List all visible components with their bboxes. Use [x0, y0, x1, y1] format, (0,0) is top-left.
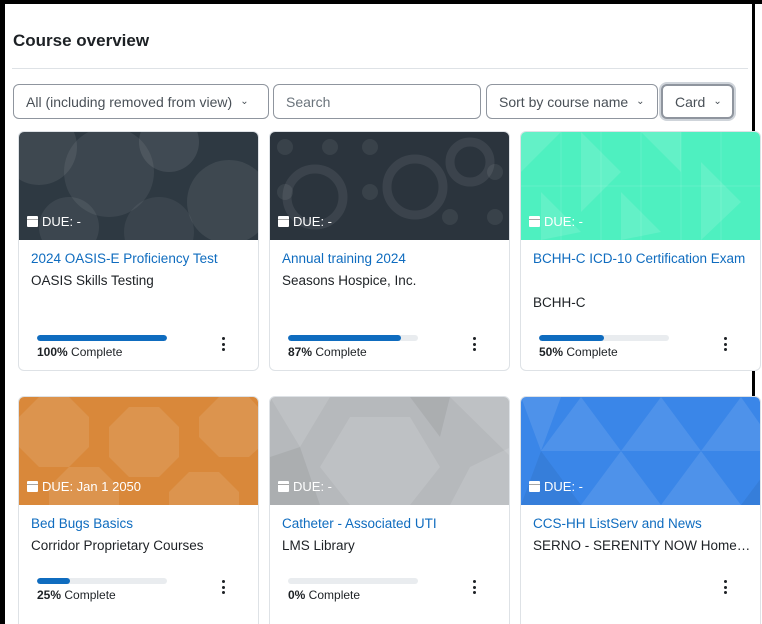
- progress-bar-fill: [539, 335, 604, 341]
- course-title-link[interactable]: CCS-HH ListServ and News: [533, 513, 751, 535]
- course-category: Seasons Hospice, Inc.: [282, 273, 417, 288]
- calendar-icon: [278, 216, 289, 227]
- calendar-icon: [529, 216, 540, 227]
- progress-bar: [37, 335, 167, 341]
- title-divider: [12, 68, 748, 69]
- course-card[interactable]: DUE: - Catheter - Associated UTI LMS Lib…: [269, 396, 510, 624]
- progress-bar-fill: [37, 578, 70, 584]
- course-title-link[interactable]: BCHH-C ICD-10 Certification Exam: [533, 248, 751, 270]
- progress-text: 25% Complete: [37, 588, 116, 602]
- course-category: LMS Library: [282, 538, 355, 553]
- course-actions-menu-icon[interactable]: [468, 578, 480, 596]
- due-date-label: DUE: -: [529, 479, 583, 494]
- window-frame-left: [0, 0, 5, 624]
- progress-text: 100% Complete: [37, 345, 123, 359]
- course-actions-menu-icon[interactable]: [468, 335, 480, 353]
- course-image[interactable]: DUE: -: [270, 132, 509, 240]
- course-card[interactable]: DUE: Jan 1 2050 Bed Bugs Basics Corridor…: [18, 396, 259, 624]
- progress-bar: [288, 335, 418, 341]
- chevron-down-icon: ⌄: [636, 96, 645, 107]
- course-card[interactable]: DUE: - BCHH-C ICD-10 Certification Exam …: [520, 131, 761, 371]
- calendar-icon: [529, 481, 540, 492]
- course-category: OASIS Skills Testing: [31, 273, 154, 288]
- progress-bar: [539, 335, 669, 341]
- course-actions-menu-icon[interactable]: [217, 335, 229, 353]
- progress-bar: [288, 578, 418, 584]
- search-field[interactable]: [273, 84, 481, 119]
- course-card[interactable]: DUE: - Annual training 2024 Seasons Hosp…: [269, 131, 510, 371]
- due-date-label: DUE: -: [27, 214, 81, 229]
- course-actions-menu-icon[interactable]: [217, 578, 229, 596]
- course-filter-select[interactable]: All (including removed from view) ⌄: [13, 84, 269, 119]
- calendar-icon: [27, 216, 38, 227]
- progress-bar: [37, 578, 167, 584]
- course-actions-menu-icon[interactable]: [719, 578, 731, 596]
- course-card[interactable]: DUE: - 2024 OASIS-E Proficiency Test OAS…: [18, 131, 259, 371]
- course-title-link[interactable]: Annual training 2024: [282, 248, 500, 270]
- page-title: Course overview: [13, 31, 150, 50]
- progress-text: 87% Complete: [288, 345, 367, 359]
- progress-bar-fill: [288, 335, 402, 341]
- sort-select[interactable]: Sort by course name ⌄: [486, 84, 658, 119]
- progress-text: 50% Complete: [539, 345, 618, 359]
- chevron-down-icon: ⌄: [240, 96, 249, 107]
- view-select-label: Card: [675, 93, 706, 110]
- course-image[interactable]: DUE: Jan 1 2050: [19, 397, 258, 505]
- view-mode-select[interactable]: Card ⌄: [661, 84, 734, 119]
- progress-text: 0% Complete: [288, 588, 361, 602]
- calendar-icon: [27, 481, 38, 492]
- course-title-link[interactable]: Bed Bugs Basics: [31, 513, 249, 535]
- course-image[interactable]: DUE: -: [521, 132, 760, 240]
- calendar-icon: [278, 481, 289, 492]
- course-category: Corridor Proprietary Courses: [31, 538, 204, 553]
- due-date-label: DUE: -: [529, 214, 583, 229]
- course-category: SERNO - SERENITY NOW Home ...: [533, 538, 751, 553]
- course-image[interactable]: DUE: -: [19, 132, 258, 240]
- chevron-down-icon: ⌄: [713, 96, 722, 107]
- progress-bar-fill: [37, 335, 167, 341]
- window-frame-top: [0, 0, 762, 4]
- due-date-label: DUE: Jan 1 2050: [27, 479, 141, 494]
- course-title-link[interactable]: 2024 OASIS-E Proficiency Test: [31, 248, 249, 270]
- course-image[interactable]: DUE: -: [521, 397, 760, 505]
- course-title-link[interactable]: Catheter - Associated UTI: [282, 513, 500, 535]
- due-date-label: DUE: -: [278, 214, 332, 229]
- course-card[interactable]: DUE: - CCS-HH ListServ and News SERNO - …: [520, 396, 761, 624]
- course-category: BCHH-C: [533, 295, 586, 310]
- sort-select-label: Sort by course name: [499, 93, 629, 110]
- course-actions-menu-icon[interactable]: [719, 335, 731, 353]
- course-image[interactable]: DUE: -: [270, 397, 509, 505]
- due-date-label: DUE: -: [278, 479, 332, 494]
- filter-select-label: All (including removed from view): [26, 93, 233, 110]
- search-input[interactable]: [286, 93, 466, 110]
